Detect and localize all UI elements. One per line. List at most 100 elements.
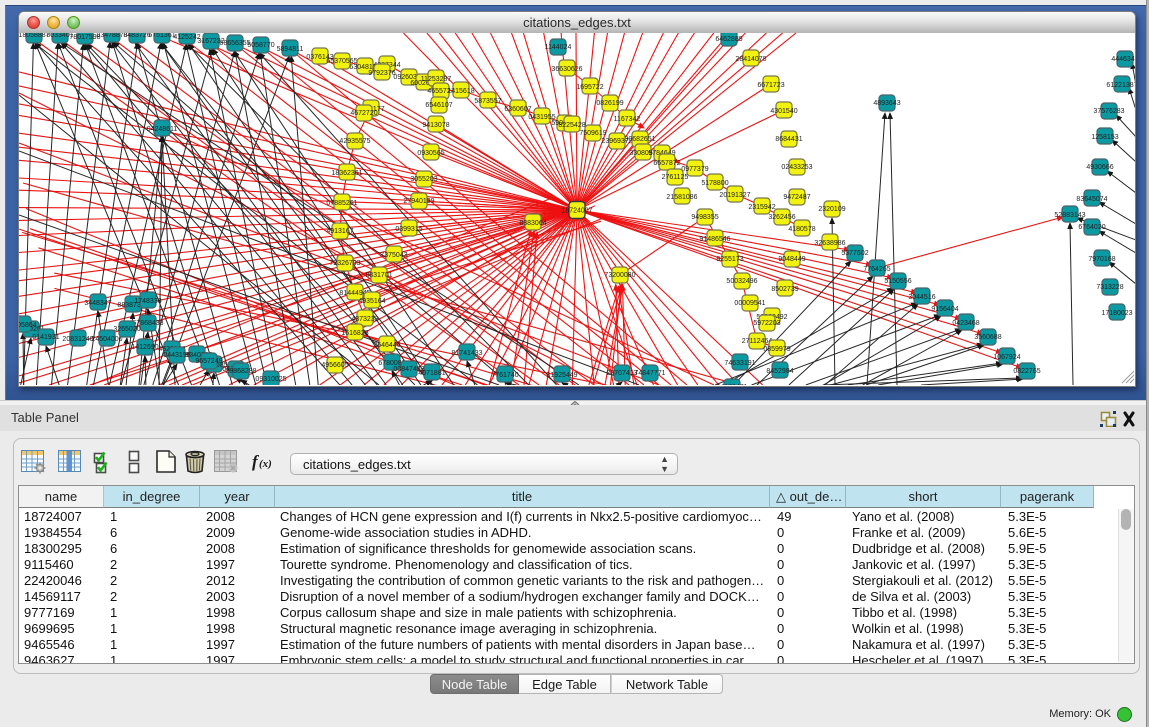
svg-text:8831701: 8831701	[365, 272, 392, 279]
svg-text:00847453: 00847453	[393, 366, 424, 373]
svg-text:(x): (x)	[259, 458, 272, 470]
svg-text:4446347: 4446347	[1111, 56, 1135, 63]
svg-text:9413078: 9413078	[422, 122, 449, 129]
svg-text:2320109: 2320109	[818, 206, 845, 213]
svg-text:3055203: 3055203	[410, 176, 437, 183]
svg-text:9472487: 9472487	[783, 194, 810, 201]
svg-text:0930565: 0930565	[417, 150, 444, 157]
svg-text:0859979: 0859979	[763, 346, 790, 353]
svg-text:18058887: 18058887	[19, 33, 50, 39]
svg-text:68656355: 68656355	[219, 40, 250, 47]
svg-text:42935575: 42935575	[339, 138, 370, 145]
svg-text:11253287: 11253287	[421, 76, 452, 83]
svg-text:36630626: 36630626	[551, 66, 582, 73]
svg-text:6671723: 6671723	[757, 82, 784, 89]
svg-text:8502739: 8502739	[771, 286, 798, 293]
svg-text:5873557: 5873557	[474, 98, 501, 105]
svg-text:1167342: 1167342	[614, 116, 641, 123]
svg-text:24504000: 24504000	[91, 336, 122, 343]
svg-text:0977379: 0977379	[681, 166, 708, 173]
svg-text:09310025: 09310025	[255, 376, 286, 383]
svg-text:27112464: 27112464	[742, 338, 773, 345]
svg-text:9657249: 9657249	[195, 358, 222, 365]
svg-text:18362361: 18362361	[331, 170, 362, 177]
svg-text:1695722: 1695722	[576, 84, 603, 91]
svg-text:8383064: 8383064	[519, 220, 546, 227]
svg-text:0822765: 0822765	[1013, 368, 1040, 375]
svg-text:9156404: 9156404	[931, 306, 958, 313]
svg-text:61221387: 61221387	[1106, 82, 1135, 89]
svg-text:4672720: 4672720	[350, 110, 377, 117]
svg-text:0399315: 0399315	[395, 226, 422, 233]
svg-text:6764020: 6764020	[1078, 224, 1105, 231]
svg-text:8452984: 8452984	[766, 368, 793, 375]
svg-text:27940199: 27940199	[403, 198, 434, 205]
svg-text:6360607: 6360607	[504, 106, 531, 113]
svg-text:2315942: 2315942	[748, 204, 775, 211]
svg-text:1412690: 1412690	[131, 344, 158, 351]
svg-text:7761740: 7761740	[491, 372, 518, 379]
svg-text:20831240: 20831240	[62, 336, 93, 343]
svg-text:4930666: 4930666	[1086, 164, 1113, 171]
svg-text:5150556: 5150556	[884, 278, 911, 285]
svg-text:7970168: 7970168	[1088, 256, 1115, 263]
svg-text:0443198: 0443198	[163, 352, 190, 359]
svg-text:6657872: 6657872	[653, 160, 680, 167]
svg-text:30682651: 30682651	[624, 136, 655, 143]
svg-text:18724007: 18724007	[561, 208, 592, 215]
svg-text:34170471: 34170471	[716, 384, 747, 385]
svg-text:9792376: 9792376	[368, 70, 395, 77]
svg-text:1616828: 1616828	[341, 330, 368, 337]
svg-text:9498355: 9498355	[691, 214, 718, 221]
svg-text:73200080: 73200080	[604, 272, 635, 279]
svg-text:91486546: 91486546	[699, 236, 730, 243]
svg-text:7764265: 7764265	[863, 266, 890, 273]
svg-text:1705864: 1705864	[19, 322, 37, 329]
svg-text:1258153: 1258153	[1091, 134, 1118, 141]
svg-text:5178800: 5178800	[701, 180, 728, 187]
svg-text:0423468: 0423468	[952, 320, 979, 327]
svg-text:1144024: 1144024	[545, 44, 572, 51]
svg-text:6546107: 6546107	[425, 102, 452, 109]
svg-text:52883143: 52883143	[1054, 212, 1085, 219]
svg-text:6751361: 6751361	[148, 33, 175, 39]
svg-text:74633191: 74633191	[724, 360, 755, 367]
svg-text:3448347: 3448347	[84, 300, 111, 307]
svg-text:07885261: 07885261	[326, 200, 357, 207]
svg-text:2646446: 2646446	[373, 342, 400, 349]
svg-text:4913167: 4913167	[326, 228, 353, 235]
svg-text:4301540: 4301540	[770, 108, 797, 115]
svg-text:00009541: 00009541	[734, 300, 765, 307]
svg-text:1748338: 1748338	[134, 298, 161, 305]
svg-text:8684431: 8684431	[775, 136, 802, 143]
svg-text:32638986: 32638986	[814, 240, 845, 247]
svg-text:1067924: 1067924	[993, 354, 1020, 361]
svg-text:8483726: 8483726	[123, 33, 150, 39]
svg-text:3044516: 3044516	[908, 294, 935, 301]
svg-text:3262456: 3262456	[768, 214, 795, 221]
svg-text:0141931: 0141931	[32, 334, 59, 341]
svg-text:17180023: 17180023	[1101, 310, 1132, 317]
svg-text:50032496: 50032496	[726, 278, 757, 285]
svg-text:4373233: 4373233	[351, 316, 378, 323]
svg-text:20191327: 20191327	[719, 192, 750, 199]
svg-text:5377602: 5377602	[841, 250, 868, 257]
svg-text:4956605: 4956605	[321, 362, 348, 369]
svg-text:9255173: 9255173	[716, 256, 743, 263]
svg-text:83645074: 83645074	[1076, 196, 1107, 203]
svg-text:7509619: 7509619	[579, 130, 606, 137]
svg-text:6462889: 6462889	[715, 36, 742, 43]
svg-text:7313228: 7313228	[1096, 284, 1123, 291]
svg-text:31925449: 31925449	[546, 372, 577, 379]
svg-text:72326793: 72326793	[329, 260, 360, 267]
svg-text:4935164: 4935164	[358, 298, 385, 305]
svg-text:81741433: 81741433	[451, 350, 482, 357]
svg-text:04248611: 04248611	[147, 126, 178, 133]
svg-text:37576283: 37576283	[1093, 108, 1124, 115]
svg-text:5058770: 5058770	[247, 42, 274, 49]
svg-text:7375043: 7375043	[380, 252, 407, 259]
svg-text:1415618: 1415618	[447, 88, 474, 95]
svg-text:74847771: 74847771	[634, 370, 665, 377]
svg-text:5972203: 5972203	[753, 320, 780, 327]
svg-text:02433253: 02433253	[781, 164, 812, 171]
